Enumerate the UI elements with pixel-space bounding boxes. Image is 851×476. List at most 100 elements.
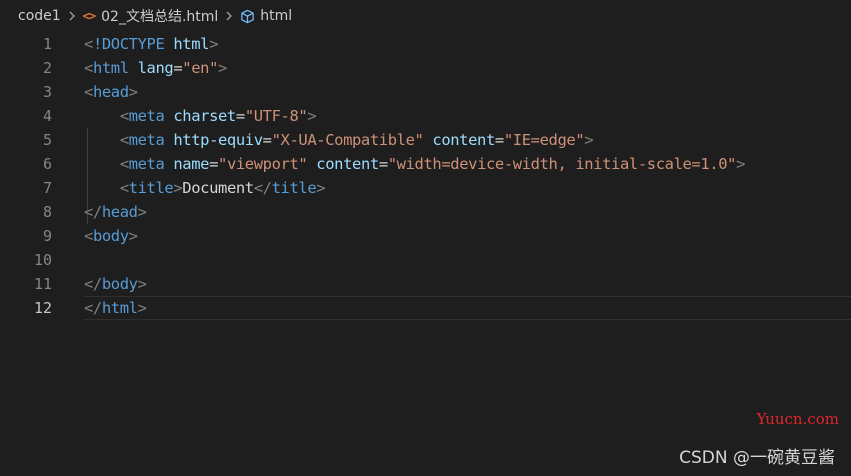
breadcrumb: code1 <> 02_文档总结.html html: [0, 0, 851, 32]
code-line[interactable]: 7 <title>Document</title>: [0, 176, 851, 200]
code-line-content: <title>Document</title>: [84, 179, 326, 197]
line-number: 6: [42, 155, 52, 173]
code-token-tag: meta: [128, 155, 165, 173]
code-token-tag: html: [101, 299, 138, 317]
code-token-tag: body: [101, 275, 138, 293]
code-line[interactable]: 10: [0, 248, 851, 272]
code-line[interactable]: 3 <head>: [0, 80, 851, 104]
code-line-content-area: </body>: [84, 272, 851, 296]
code-token-txt: Document: [182, 179, 254, 197]
line-number: 3: [42, 83, 52, 101]
code-line-content: <meta http-equiv="X-UA-Compatible" conte…: [84, 131, 594, 149]
line-number: 12: [33, 299, 52, 317]
code-token-str: "width=device-width, initial-scale=1.0": [387, 155, 737, 173]
code-line-content: <html lang="en">: [84, 59, 227, 77]
code-token-tag: body: [92, 227, 129, 245]
code-token-attr: content: [316, 155, 379, 173]
code-token-str: "en": [182, 59, 219, 77]
code-token-punc: >: [218, 59, 227, 77]
code-line-content: <meta name="viewport" content="width=dev…: [84, 155, 746, 173]
code-line-content: <body>: [84, 227, 138, 245]
code-token-punc: >: [137, 275, 147, 293]
code-token-punc: <: [119, 179, 129, 197]
code-token-tag: head: [101, 203, 138, 221]
line-number: 2: [42, 59, 52, 77]
code-token-punc: >: [307, 107, 317, 125]
code-token-str: "IE=edge": [503, 131, 585, 149]
code-line-content: <meta charset="UTF-8">: [84, 107, 317, 125]
code-token-tag: title: [271, 179, 317, 197]
line-number: 11: [33, 275, 52, 293]
breadcrumb-file-label: 02_文档总结.html: [101, 9, 219, 25]
code-editor[interactable]: 1 <!DOCTYPE html> 2 <html lang="en"> 3 <head>…: [0, 32, 851, 476]
code-token-punc: <: [84, 83, 93, 101]
code-line-content: <head>: [84, 83, 138, 101]
breadcrumb-folder[interactable]: code1: [18, 8, 61, 24]
code-line-content-area: [84, 248, 851, 272]
code-token-tag: title: [128, 179, 174, 197]
code-token-punc: >: [137, 203, 147, 221]
code-line-content: </body>: [84, 275, 147, 293]
code-token-tag: meta: [128, 107, 165, 125]
code-token-punc: <: [119, 155, 129, 173]
code-line[interactable]: 1 <!DOCTYPE html>: [0, 32, 851, 56]
code-token-attr: html: [173, 35, 210, 53]
code-token-punc: </: [84, 275, 102, 293]
chevron-right-icon: [67, 11, 77, 21]
code-token-txt: =: [235, 107, 245, 125]
line-number: 1: [42, 35, 52, 53]
code-token-punc: >: [137, 299, 147, 317]
code-line-content: </html>: [84, 299, 147, 317]
breadcrumb-file[interactable]: <> 02_文档总结.html: [83, 6, 219, 26]
code-line[interactable]: 4 <meta charset="UTF-8">: [0, 104, 851, 128]
code-line-content-area: <html lang="en">: [84, 56, 851, 80]
code-line[interactable]: 5 <meta http-equiv="X-UA-Compatible" con…: [0, 128, 851, 152]
code-token-punc: <: [119, 131, 129, 149]
code-token-attr: http-equiv: [173, 131, 263, 149]
code-token-punc: >: [173, 179, 183, 197]
code-line[interactable]: 8 </head>: [0, 200, 851, 224]
code-token-punc: >: [128, 227, 138, 245]
code-token-attr: content: [432, 131, 495, 149]
code-line-content-area: <meta http-equiv="X-UA-Compatible" conte…: [84, 128, 851, 152]
code-token-punc: </: [84, 299, 102, 317]
breadcrumb-symbol-label: html: [260, 8, 293, 24]
code-token-str: "UTF-8": [244, 107, 308, 125]
code-token-punc: </: [253, 179, 272, 197]
site-watermark: Yuucn.com: [756, 410, 839, 428]
line-number: 7: [42, 179, 52, 197]
code-line[interactable]: 11 </body>: [0, 272, 851, 296]
code-line-content-area: <body>: [84, 224, 851, 248]
code-line[interactable]: 6 <meta name="viewport" content="width=d…: [0, 152, 851, 176]
chevron-right-icon: [224, 11, 234, 21]
code-token-punc: >: [736, 155, 746, 173]
code-line[interactable]: 12 </html>: [0, 296, 851, 320]
code-token-punc: </: [84, 203, 102, 221]
author-watermark: CSDN @一碗黄豆酱: [679, 448, 835, 468]
code-line-content-area: </head>: [84, 200, 851, 224]
code-line-content-area: <head>: [84, 80, 851, 104]
code-token-punc: <: [84, 59, 93, 77]
code-token-txt: =: [173, 59, 183, 77]
code-token-attr: lang: [137, 59, 174, 77]
line-number: 9: [42, 227, 52, 245]
code-token-str: "viewport": [218, 155, 308, 173]
code-token-txt: =: [262, 131, 272, 149]
code-token-tag: meta: [128, 131, 165, 149]
code-token-punc: >: [209, 35, 219, 53]
code-token-punc: <: [119, 107, 129, 125]
breadcrumb-symbol[interactable]: html: [240, 8, 292, 24]
code-line[interactable]: 9 <body>: [0, 224, 851, 248]
code-token-txt: =: [378, 155, 388, 173]
code-token-punc: >: [316, 179, 326, 197]
editor-window: code1 <> 02_文档总结.html html 1 <!DOCTYPE ht…: [0, 0, 851, 476]
code-token-punc: <: [84, 227, 93, 245]
code-line[interactable]: 2 <html lang="en">: [0, 56, 851, 80]
symbol-cube-icon: [240, 9, 255, 24]
